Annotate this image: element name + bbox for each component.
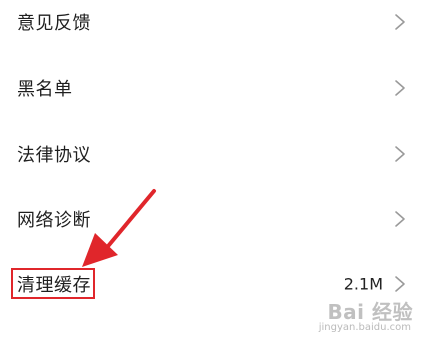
chevron-right-icon xyxy=(395,146,405,162)
menu-item-blacklist[interactable]: 黑名单 xyxy=(0,55,423,121)
annotation-highlight-box xyxy=(11,268,95,299)
watermark-url: jingyan.baidu.com xyxy=(318,322,411,333)
chevron-right-icon xyxy=(395,80,405,96)
chevron-right-icon xyxy=(395,276,405,292)
menu-item-feedback[interactable]: 意见反馈 xyxy=(0,0,423,55)
menu-item-label: 黑名单 xyxy=(17,79,73,100)
settings-screen: 意见反馈 黑名单 法律协议 网络诊断 清理缓存 2.1M ... xyxy=(0,0,423,342)
cache-size-value: 2.1M xyxy=(343,274,383,294)
menu-item-label: 法律协议 xyxy=(17,145,91,166)
menu-item-legal[interactable]: 法律协议 xyxy=(0,121,423,187)
menu-item-label: 网络诊断 xyxy=(17,210,91,231)
chevron-right-icon xyxy=(395,211,405,227)
menu-item-network-diagnosis[interactable]: 网络诊断 xyxy=(0,186,423,252)
menu-item-label: 意见反馈 xyxy=(17,13,91,34)
chevron-right-icon xyxy=(395,14,405,30)
menu-item-partial-label: ... xyxy=(17,333,34,342)
